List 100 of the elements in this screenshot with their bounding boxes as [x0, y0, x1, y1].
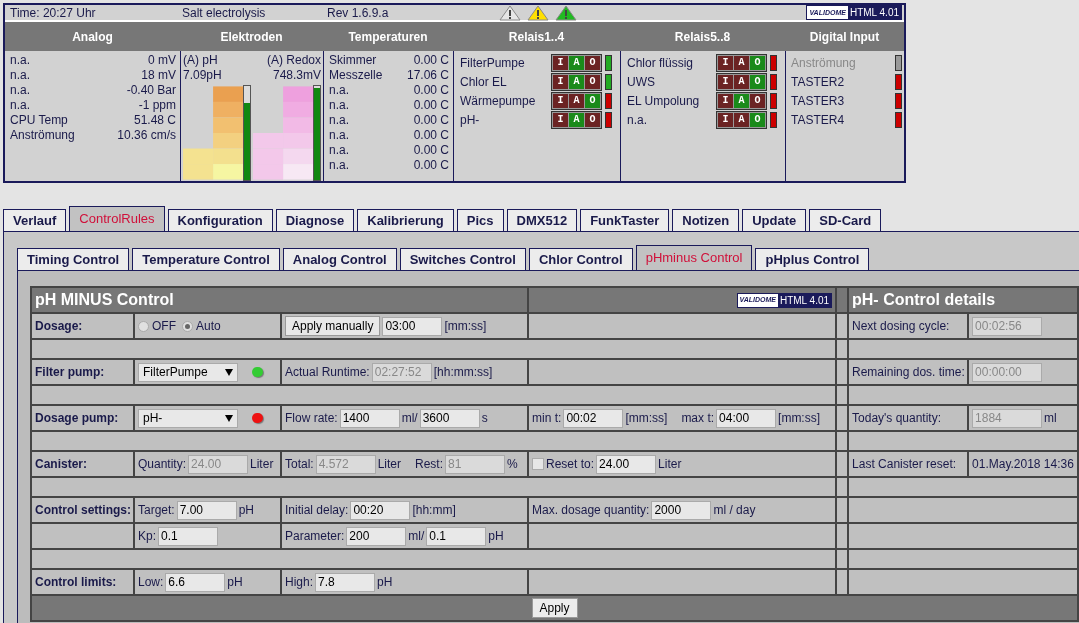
column-header: Relais5..8: [674, 28, 731, 46]
tab[interactable]: Timing Control: [17, 248, 130, 270]
field-label: ml / day: [713, 502, 756, 519]
field-label: Quantity:: [138, 456, 187, 473]
field-label: [mm:ss]: [625, 410, 668, 427]
badge-label: HTML 4.01: [847, 6, 901, 19]
mode-button[interactable]: A: [569, 55, 584, 70]
tab[interactable]: FunkTaster: [580, 209, 670, 231]
input-field[interactable]: 0.1: [426, 526, 487, 546]
input-field[interactable]: 0.1: [158, 526, 218, 546]
mode-button[interactable]: I: [553, 74, 568, 89]
dropdown[interactable]: FilterPumpe: [138, 362, 238, 382]
mode-button[interactable]: A: [569, 93, 584, 108]
apply-button[interactable]: Apply: [531, 598, 578, 618]
input-field[interactable]: 6.6: [165, 572, 226, 592]
tab[interactable]: pHplus Control: [755, 248, 870, 270]
mode-button[interactable]: O: [750, 55, 765, 70]
input-field[interactable]: 00:20: [350, 500, 411, 520]
mode-button[interactable]: A: [569, 112, 584, 127]
mode-button[interactable]: A: [734, 112, 749, 127]
radio-option[interactable]: OFF: [138, 317, 176, 335]
input-label: TASTER2: [791, 73, 845, 91]
channel-name: (A) Redox: [266, 53, 321, 68]
mode-button[interactable]: O: [750, 74, 765, 89]
input-field[interactable]: 7.8: [315, 572, 375, 592]
row-label: Filter pump:: [35, 365, 105, 379]
sensor-value: 0.00 C: [413, 158, 449, 173]
tab[interactable]: DMX512: [506, 209, 578, 231]
field-label: Reset to:: [546, 456, 595, 473]
mode-button[interactable]: I: [553, 112, 568, 127]
sensor-value: 0.00 C: [413, 98, 449, 113]
mode-button[interactable]: O: [750, 112, 765, 127]
tab[interactable]: Verlauf: [3, 209, 67, 231]
caret-icon: [225, 414, 233, 422]
input-field[interactable]: 03:00: [382, 316, 443, 336]
mode-button[interactable]: O: [585, 55, 600, 70]
mode-button[interactable]: O: [585, 93, 600, 108]
checkbox[interactable]: [532, 458, 545, 470]
input-field[interactable]: 04:00: [716, 408, 777, 428]
mode-button[interactable]: O: [585, 112, 600, 127]
dropdown[interactable]: pH-: [138, 408, 238, 428]
sensor-value: 51.48 C: [133, 113, 176, 128]
tab[interactable]: Notizen: [672, 209, 740, 231]
tab[interactable]: Update: [742, 209, 807, 231]
mode-button[interactable]: A: [734, 93, 749, 108]
tab[interactable]: Diagnose: [275, 209, 355, 231]
mode-button[interactable]: A: [734, 74, 749, 89]
mode-button[interactable]: I: [553, 55, 568, 70]
input-field[interactable]: 00:02: [563, 408, 624, 428]
sensor-value: 18 mV: [141, 68, 176, 83]
mode-button[interactable]: I: [718, 93, 733, 108]
mode-button[interactable]: A: [569, 74, 584, 89]
tab[interactable]: Pics: [456, 209, 504, 231]
relay-name: pH-: [460, 111, 481, 129]
input-field[interactable]: 200: [346, 526, 407, 546]
mode-button[interactable]: I: [553, 93, 568, 108]
field-label: min t:: [532, 410, 562, 427]
tab[interactable]: Switches Control: [399, 248, 526, 270]
field-label: Liter: [377, 456, 402, 473]
field-label: High:: [285, 574, 313, 591]
input-field[interactable]: 2000: [651, 500, 712, 520]
mode-button[interactable]: I: [718, 74, 733, 89]
mode-button[interactable]: O: [585, 74, 600, 89]
tab[interactable]: Konfiguration: [167, 209, 273, 231]
sensor-value: 0.00 C: [413, 128, 449, 143]
column-header: Relais1..4: [508, 28, 565, 46]
tab[interactable]: Kalibrierung: [357, 209, 454, 231]
relay-name: Wärmepumpe: [460, 92, 537, 110]
apply-manually-button[interactable]: Apply manually: [285, 316, 381, 336]
detail-label: Remaining dos. time:: [852, 365, 965, 379]
sensor-label: n.a.: [10, 98, 30, 113]
tab[interactable]: SD-Card: [809, 209, 882, 231]
mode-button[interactable]: A: [734, 55, 749, 70]
sensor-label: n.a.: [329, 98, 349, 113]
field-label: 01.May.2018 14:36: [972, 456, 1074, 473]
mode-button[interactable]: O: [750, 93, 765, 108]
tab[interactable]: Analog Control: [282, 248, 397, 270]
input-field[interactable]: 1400: [339, 408, 400, 428]
revision-text: Rev 1.6.9.a: [327, 4, 390, 22]
channel-value: 7.09pH: [183, 68, 222, 83]
sensor-label: n.a.: [329, 158, 349, 173]
radio-option[interactable]: Auto: [182, 317, 221, 335]
input-field[interactable]: 7.00: [176, 500, 237, 520]
field-label: ml/: [401, 410, 418, 427]
mode-button[interactable]: I: [718, 112, 733, 127]
tab[interactable]: Chlor Control: [528, 248, 633, 270]
field-label: Target:: [138, 502, 175, 519]
channel-name: (A) pH: [183, 53, 218, 68]
input-field[interactable]: 24.00: [596, 454, 657, 474]
field-label: Total:: [285, 456, 314, 473]
row-label: Canister:: [35, 457, 87, 471]
sensor-label: n.a.: [10, 53, 30, 68]
form-title: pH MINUS Control: [35, 291, 174, 308]
mode-button[interactable]: I: [718, 55, 733, 70]
field-label: [hh:mm:ss]: [433, 364, 493, 381]
caret-icon: [225, 368, 233, 376]
column-header: Temperaturen: [348, 28, 428, 46]
tab[interactable]: Temperature Control: [132, 248, 280, 270]
input-field[interactable]: 3600: [419, 408, 480, 428]
detail-label: Next dosing cycle:: [852, 319, 950, 333]
